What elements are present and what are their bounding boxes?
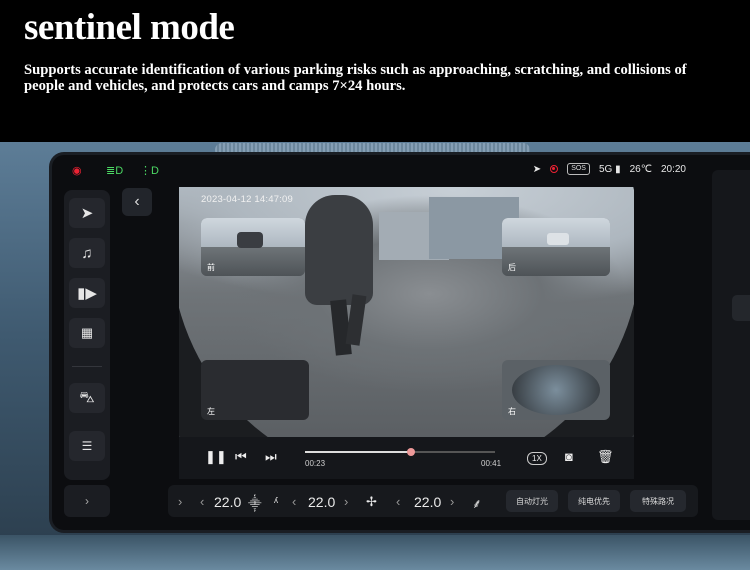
infotainment-screen: ◉ ≣D ⋮D ➤ SOS 5G ▮ 26℃ 20:20 ➤ ♫ ▮▶ ▦ ⛍ … <box>52 155 750 530</box>
clock: 20:20 <box>660 163 686 175</box>
headlight-icon: ≣D <box>106 165 124 177</box>
climate-bar: › ‹ 22.0 ⸎ ʎ ‹ 22.0 › ✢ ‹ 22.0 › ⸙ 自动灯光 … <box>168 485 698 517</box>
status-bar: ◉ ≣D ⋮D ➤ SOS 5G ▮ 26℃ 20:20 <box>52 155 750 183</box>
headline: sentinel mode <box>24 7 235 48</box>
right-panel-button[interactable] <box>732 295 750 321</box>
media-icon[interactable]: ▮▶ <box>69 278 105 308</box>
fog-light-icon: ⋮D <box>140 165 159 177</box>
outside-temp: 26℃ <box>629 163 652 175</box>
right-camera-label: 右 <box>508 407 516 416</box>
navigation-icon[interactable]: ➤ <box>69 198 105 228</box>
camera-icon: ◉ <box>72 165 82 177</box>
chevron-right-icon[interactable]: › <box>178 494 182 509</box>
progress-fill <box>305 451 412 453</box>
sos-badge: SOS <box>567 163 590 175</box>
delete-icon[interactable]: 🗑 <box>597 449 614 465</box>
auto-light-button[interactable]: 自动灯光 <box>506 490 558 512</box>
network-indicator: 5G ▮ <box>598 163 621 175</box>
chevron-right-icon: › <box>85 494 89 508</box>
previous-icon[interactable]: ⏮ <box>235 449 247 465</box>
rear-camera-thumb[interactable]: 后 <box>502 218 610 276</box>
apps-icon[interactable]: ▦ <box>69 318 105 348</box>
right-temp: 22.0 <box>414 494 442 510</box>
person <box>297 195 377 360</box>
subtitle: Supports accurate identification of vari… <box>24 62 687 94</box>
playback-controls: ❚❚ ⏮ ⏭ 00:23 00:41 1X ◙ 🗑 <box>179 437 634 479</box>
right-panel <box>712 170 750 520</box>
left-camera-label: 左 <box>207 407 215 416</box>
rear-camera-label: 后 <box>508 263 516 272</box>
status-right: ➤ SOS 5G ▮ 26℃ 20:20 <box>533 163 686 175</box>
pause-icon[interactable]: ❚❚ <box>205 449 227 465</box>
speed-button[interactable]: 1X <box>527 452 547 465</box>
expand-button[interactable]: › <box>64 485 110 517</box>
sidebar: ➤ ♫ ▮▶ ▦ ⛍ ☰ <box>64 190 110 480</box>
progress-knob[interactable] <box>407 448 416 456</box>
next-icon[interactable]: ⏭ <box>265 449 277 465</box>
front-camera-thumb[interactable]: 前 <box>201 218 305 276</box>
front-camera-label: 前 <box>207 263 215 272</box>
progress-track[interactable] <box>305 448 495 456</box>
recording-icon <box>550 165 559 173</box>
camera-view[interactable]: 2023-04-12 14:47:09 前 后 左 右 <box>179 187 634 437</box>
center-temp: 22.0 <box>308 494 336 510</box>
location-arrow-icon: ➤ <box>532 163 542 175</box>
special-road-button[interactable]: 特殊路况 <box>630 490 686 512</box>
sidebar-separator <box>72 366 102 367</box>
right-temp-down[interactable]: ‹ <box>396 494 400 509</box>
seat-heat-icon[interactable]: ⸎ <box>248 494 262 512</box>
current-time: 00:23 <box>305 459 326 468</box>
fan-icon[interactable]: ✢ <box>366 494 377 510</box>
ev-priority-button[interactable]: 纯电优先 <box>568 490 620 512</box>
left-temp-down[interactable]: ‹ <box>200 494 204 509</box>
left-camera-thumb[interactable]: 左 <box>201 360 309 420</box>
left-temp: 22.0 <box>214 494 242 510</box>
total-time: 00:41 <box>481 459 502 468</box>
dashboard-lower <box>0 535 750 570</box>
recording-timestamp: 2023-04-12 14:47:09 <box>201 194 294 205</box>
settings-toggle-icon[interactable]: ☰ <box>69 431 105 461</box>
back-button[interactable]: ‹ <box>122 188 152 216</box>
center-temp-up[interactable]: › <box>344 494 348 509</box>
right-camera-thumb[interactable]: 右 <box>502 360 610 420</box>
right-temp-up[interactable]: › <box>450 494 454 509</box>
car-icon[interactable]: ⛍ <box>69 383 105 413</box>
center-temp-down[interactable]: ‹ <box>292 494 296 509</box>
fan-speed-icon[interactable]: ʎ <box>274 496 278 505</box>
bottom-bar: › › ‹ 22.0 ⸎ ʎ ‹ 22.0 › ✢ ‹ 22.0 › ⸙ 自动灯… <box>52 485 750 525</box>
music-icon[interactable]: ♫ <box>69 238 105 268</box>
snapshot-icon[interactable]: ◙ <box>565 449 573 464</box>
chevron-left-icon: ‹ <box>134 193 140 210</box>
seat-vent-icon[interactable]: ⸙ <box>472 494 482 512</box>
